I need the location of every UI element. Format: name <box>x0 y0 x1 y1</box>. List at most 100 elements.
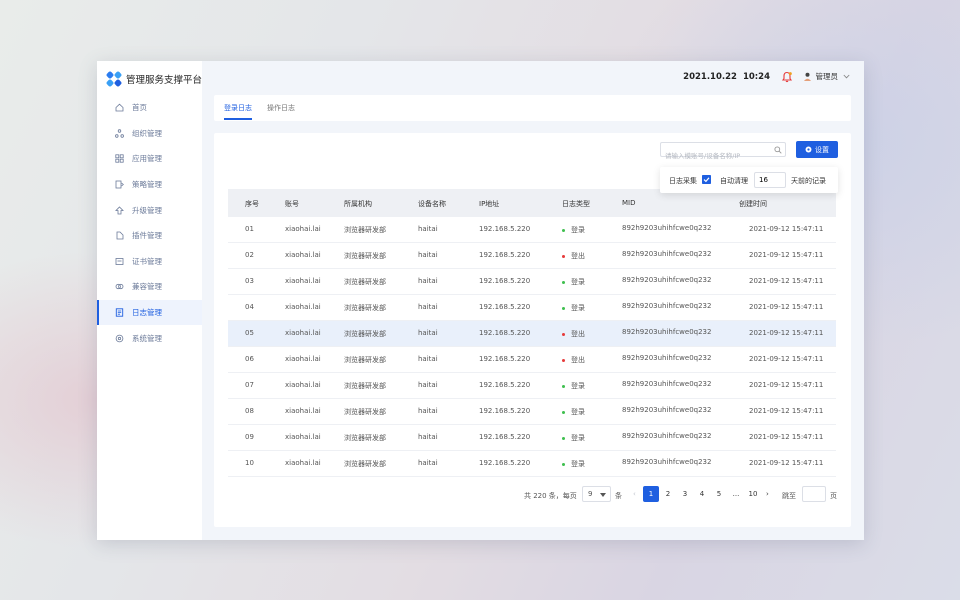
search-icon[interactable] <box>774 146 782 154</box>
cell-time: 2021-09-12 15:47:11 <box>749 225 824 233</box>
compat-icon <box>115 284 124 290</box>
search-box <box>660 142 786 163</box>
cell-no: 03 <box>245 277 254 285</box>
cell-mid: 892h9203uhihfcwe0q232 <box>622 354 712 362</box>
cell-ip: 192.168.5.220 <box>479 381 531 389</box>
page-size-select[interactable]: 9 <box>582 486 611 502</box>
sidebar-item-system[interactable]: 系统管理 <box>97 325 202 351</box>
table-row[interactable]: 02 xiaohai.lai 浏览器研发部 haitai 192.168.5.220 登出… <box>228 243 836 269</box>
log-type-cell: 登录 <box>562 433 585 443</box>
page-button[interactable]: 3 <box>677 486 693 502</box>
table-row[interactable]: 07 xiaohai.lai 浏览器研发部 haitai 192.168.5.220 登录… <box>228 373 836 399</box>
sidebar-item-upgrade[interactable]: 升级管理 <box>97 197 202 223</box>
log-type-text: 登录 <box>571 226 585 234</box>
settings-button[interactable]: 设置 <box>796 141 838 158</box>
log-type-cell: 登录 <box>562 381 585 391</box>
cell-mid: 892h9203uhihfcwe0q232 <box>622 458 712 466</box>
cell-ip: 192.168.5.220 <box>479 329 531 337</box>
bell-icon[interactable] <box>781 71 793 83</box>
log-type-cell: 登出 <box>562 355 585 365</box>
log-type-cell: 登出 <box>562 251 585 261</box>
cell-ip: 192.168.5.220 <box>479 251 531 259</box>
cell-device: haitai <box>418 381 438 389</box>
cell-mid: 892h9203uhihfcwe0q232 <box>622 432 712 440</box>
cell-mid: 892h9203uhihfcwe0q232 <box>622 406 712 414</box>
table-row[interactable]: 03 xiaohai.lai 浏览器研发部 haitai 192.168.5.220 登录… <box>228 269 836 295</box>
prev-page-icon[interactable]: ‹ <box>633 490 636 498</box>
cell-device: haitai <box>418 433 438 441</box>
cell-account: xiaohai.lai <box>285 251 321 259</box>
table-row[interactable]: 08 xiaohai.lai 浏览器研发部 haitai 192.168.5.220 登录… <box>228 399 836 425</box>
sidebar-item-label: 系统管理 <box>132 333 162 343</box>
sidebar-item-label: 日志管理 <box>132 308 162 318</box>
cell-device: haitai <box>418 225 438 233</box>
sidebar-item-org[interactable]: 组织管理 <box>97 121 202 147</box>
cell-account: xiaohai.lai <box>285 277 321 285</box>
log-type-text: 登录 <box>571 304 585 312</box>
log-type-text: 登录 <box>571 382 585 390</box>
log-type-text: 登出 <box>571 330 585 338</box>
search-input[interactable] <box>661 149 773 163</box>
apps-icon <box>115 154 124 164</box>
cell-time: 2021-09-12 15:47:11 <box>749 329 824 337</box>
cell-time: 2021-09-12 15:47:11 <box>749 407 824 415</box>
cell-ip: 192.168.5.220 <box>479 277 531 285</box>
log-type-text: 登录 <box>571 278 585 286</box>
cell-org: 浏览器研发部 <box>344 382 386 390</box>
table-row[interactable]: 01 xiaohai.lai 浏览器研发部 haitai 192.168.5.220 登录… <box>228 217 836 243</box>
jump-input[interactable] <box>802 486 826 502</box>
sidebar-item-apps[interactable]: 应用管理 <box>97 146 202 172</box>
sidebar-item-log[interactable]: 日志管理 <box>97 299 202 326</box>
jump-unit: 页 <box>830 492 837 500</box>
log-type-text: 登出 <box>571 356 585 364</box>
next-page-icon[interactable]: › <box>766 490 769 498</box>
clean-days-input[interactable] <box>754 172 786 188</box>
sidebar-item-home[interactable]: 首页 <box>97 95 202 121</box>
cell-org: 浏览器研发部 <box>344 460 386 468</box>
page-button[interactable]: 4 <box>694 486 710 502</box>
page-button[interactable]: 2 <box>660 486 676 502</box>
page-button[interactable]: 1 <box>643 486 659 502</box>
page-button[interactable]: 5 <box>711 486 727 502</box>
auto-clean-label: 自动清理 <box>720 177 748 185</box>
settings-popover: 日志采集 自动清理 天前的记录 <box>660 167 838 193</box>
table-row[interactable]: 09 xiaohai.lai 浏览器研发部 haitai 192.168.5.220 登录… <box>228 425 836 451</box>
user-menu[interactable]: 管理员 <box>803 71 851 82</box>
cell-device: haitai <box>418 355 438 363</box>
sidebar-item-policy[interactable]: 策略管理 <box>97 172 202 198</box>
header-date: 2021.10.22 <box>683 72 737 82</box>
table-row[interactable]: 05 xiaohai.lai 浏览器研发部 haitai 192.168.5.220 登出… <box>228 321 836 347</box>
login-status-dot <box>562 306 565 310</box>
cell-ip: 192.168.5.220 <box>479 459 531 467</box>
user-name: 管理员 <box>815 72 839 81</box>
log-card: 设置 日志采集 自动清理 天前的记录 序号 账号 所属机构 设备名称 IP地址 … <box>214 133 851 527</box>
cell-device: haitai <box>418 459 438 467</box>
login-status-dot <box>562 280 565 284</box>
cell-no: 04 <box>245 303 254 311</box>
policy-icon <box>115 180 124 189</box>
log-type-text: 登出 <box>571 252 585 260</box>
table-row[interactable]: 06 xiaohai.lai 浏览器研发部 haitai 192.168.5.220 登出… <box>228 347 836 373</box>
cell-mid: 892h9203uhihfcwe0q232 <box>622 224 712 232</box>
table-row[interactable]: 10 xiaohai.lai 浏览器研发部 haitai 192.168.5.220 登录… <box>228 451 836 477</box>
cell-device: haitai <box>418 277 438 285</box>
page-button[interactable]: 10 <box>745 486 761 502</box>
upgrade-icon <box>115 206 124 215</box>
sidebar-item-label: 策略管理 <box>132 180 162 190</box>
sidebar-item-compat[interactable]: 兼容管理 <box>97 274 202 300</box>
sidebar-item-certificate[interactable]: 证书管理 <box>97 249 202 275</box>
sidebar-item-label: 组织管理 <box>132 128 162 138</box>
home-icon <box>115 103 124 112</box>
cell-mid: 892h9203uhihfcwe0q232 <box>622 328 712 336</box>
logout-status-dot <box>562 358 565 362</box>
cell-account: xiaohai.lai <box>285 381 321 389</box>
tab-login-log[interactable]: 登录日志 <box>224 103 252 120</box>
collect-checkbox[interactable] <box>702 175 711 184</box>
brand: 管理服务支撑平台 <box>105 70 202 88</box>
tab-operation-log[interactable]: 操作日志 <box>267 103 295 113</box>
sidebar-item-label: 证书管理 <box>132 256 162 266</box>
sidebar-item-plugin[interactable]: 插件管理 <box>97 223 202 249</box>
cell-org: 浏览器研发部 <box>344 304 386 312</box>
cell-device: haitai <box>418 303 438 311</box>
table-row[interactable]: 04 xiaohai.lai 浏览器研发部 haitai 192.168.5.220 登录… <box>228 295 836 321</box>
